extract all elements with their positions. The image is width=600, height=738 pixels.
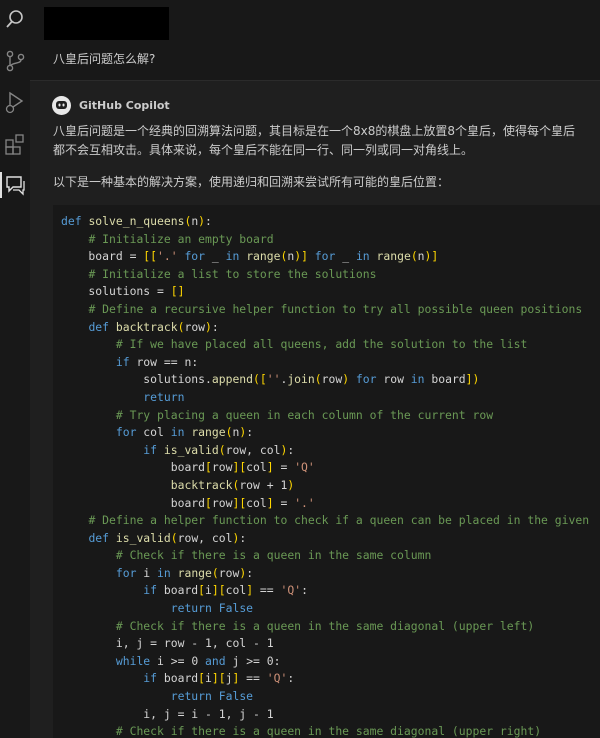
code-line: if board[i][j] == 'Q': [143,671,295,686]
code-block[interactable]: def solve_n_queens(n): # Initialize an e… [53,205,600,738]
code-line: for i in range(row): [115,565,254,580]
avatar [44,7,169,40]
code-line: # Define a helper function to check if a… [88,513,590,528]
run-debug-icon[interactable] [2,89,28,115]
search-icon[interactable] [2,6,28,32]
source-control-icon[interactable] [2,48,28,74]
code-line: # If we have placed all queens, add the … [115,337,528,352]
code-line: # Check if there is a queen in the same … [115,724,542,738]
code-line: solutions = [] [61,284,185,299]
chat-panel: 八皇后问题怎么解? GitHub Copilot 八皇后问题是一个经典的回溯算法… [30,0,600,738]
code-line: # Define a recursive helper function to … [88,301,583,316]
code-line: def is_valid(row, col): [88,530,247,545]
assistant-name: GitHub Copilot [79,99,170,112]
code-line: if row == n: [115,354,199,369]
code-line: for col in range(n): [115,425,254,440]
activity-bar [0,0,30,738]
code-line: return False [170,689,254,704]
code-line: def backtrack(row): [88,319,219,334]
divider [30,80,600,81]
code-line: i, j = row - 1, col - 1 [61,636,274,651]
code-line: i, j = i - 1, j - 1 [61,706,274,721]
user-message: 八皇后问题怎么解? [53,52,156,66]
code-line: if board[i][col] == 'Q': [143,583,308,598]
code-line: backtrack(row + 1) [170,477,295,492]
code-line: solutions.append([''.join(row) for row i… [61,372,480,387]
response-intro: 八皇后问题是一个经典的回溯算法问题，其目标是在一个8x8的棋盘上放置8个皇后，使… [53,124,576,157]
code-line: return [143,389,185,404]
code-line: return False [170,601,254,616]
code-line: board[row][col] = 'Q' [61,460,315,475]
code-line: while i >= 0 and j >= 0: [115,653,281,668]
response-approach: 以下是一种基本的解决方案，使用递归和回溯来尝试所有可能的皇后位置： [53,175,450,189]
code-line: # Try placing a queen in each column of … [115,407,494,422]
chat-icon[interactable] [2,172,28,198]
code-line: board = [['.' for _ in range(n)] for _ i… [61,249,439,264]
code-line: # Initialize a list to store the solutio… [88,266,377,281]
code-line: def solve_n_queens(n): [61,214,212,228]
copilot-icon [52,96,71,115]
code-line: # Check if there is a queen in the same … [115,548,432,563]
extensions-icon[interactable] [2,131,28,157]
code-line: board[row][col] = '.' [61,495,315,510]
code-line: # Initialize an empty board [88,231,274,246]
code-content: def solve_n_queens(n): # Initialize an e… [61,213,589,738]
user-request: 八皇后问题怎么解? [30,0,600,80]
code-line: if is_valid(row, col): [143,442,295,457]
code-line: # Check if there is a queen in the same … [115,618,535,633]
